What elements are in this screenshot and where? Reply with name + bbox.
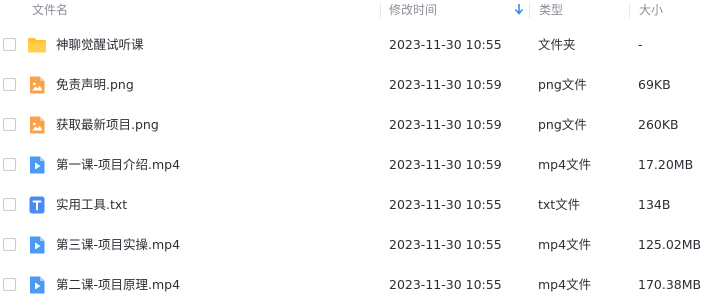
- video-file-icon: [27, 275, 47, 295]
- row-checkbox[interactable]: [3, 198, 16, 211]
- column-header-size[interactable]: 大小: [639, 0, 663, 22]
- video-file-icon: [27, 155, 47, 175]
- file-modified-time: 2023-11-30 10:59: [389, 117, 502, 132]
- file-type: txt文件: [538, 197, 581, 212]
- row-checkbox[interactable]: [3, 158, 16, 171]
- file-size: -: [638, 37, 643, 52]
- file-size: 260KB: [638, 117, 679, 132]
- file-size: 69KB: [638, 77, 671, 92]
- file-name[interactable]: 实用工具.txt: [56, 185, 127, 225]
- file-type: 文件夹: [538, 37, 576, 52]
- row-checkbox[interactable]: [3, 238, 16, 251]
- column-divider[interactable]: [529, 3, 530, 18]
- column-header-type[interactable]: 类型: [539, 0, 563, 22]
- folder-icon: [27, 35, 47, 55]
- file-row[interactable]: 获取最新项目.png 2023-11-30 10:59 png文件 260KB: [0, 105, 711, 145]
- image-file-icon: [27, 115, 47, 135]
- file-row[interactable]: 免责声明.png 2023-11-30 10:59 png文件 69KB: [0, 65, 711, 105]
- row-checkbox[interactable]: [3, 78, 16, 91]
- file-name[interactable]: 免责声明.png: [56, 65, 134, 105]
- column-header-name[interactable]: 文件名: [32, 0, 68, 22]
- file-name[interactable]: 获取最新项目.png: [56, 105, 159, 145]
- arrow-down-icon[interactable]: [514, 2, 524, 16]
- file-row[interactable]: 第三课-项目实操.mp4 2023-11-30 10:55 mp4文件 125.02M…: [0, 225, 711, 265]
- video-file-icon: [27, 235, 47, 255]
- file-type: mp4文件: [538, 157, 592, 172]
- file-name[interactable]: 第三课-项目实操.mp4: [56, 225, 180, 265]
- file-type: png文件: [538, 117, 587, 132]
- file-size: 170.38MB: [638, 277, 702, 292]
- column-divider[interactable]: [629, 3, 630, 18]
- file-type: png文件: [538, 77, 587, 92]
- file-list-header: 文件名 修改时间 类型 大小: [0, 0, 711, 22]
- file-row[interactable]: 第二课-项目原理.mp4 2023-11-30 10:55 mp4文件 170.38M…: [0, 265, 711, 305]
- text-file-icon: [27, 195, 47, 215]
- file-modified-time: 2023-11-30 10:59: [389, 77, 502, 92]
- row-checkbox[interactable]: [3, 38, 16, 51]
- file-name[interactable]: 第二课-项目原理.mp4: [56, 265, 180, 305]
- file-modified-time: 2023-11-30 10:55: [389, 197, 502, 212]
- file-name[interactable]: 第一课-项目介绍.mp4: [56, 145, 180, 185]
- file-size: 125.02MB: [638, 237, 702, 252]
- column-header-modified-time[interactable]: 修改时间: [389, 0, 437, 22]
- row-checkbox[interactable]: [3, 278, 16, 291]
- file-type: mp4文件: [538, 277, 592, 292]
- file-list-panel: 文件名 修改时间 类型 大小 神聊觉醒试听课 2023-11-30 10:55 文件…: [0, 0, 711, 308]
- file-modified-time: 2023-11-30 10:55: [389, 277, 502, 292]
- row-checkbox[interactable]: [3, 118, 16, 131]
- file-name[interactable]: 神聊觉醒试听课: [56, 25, 144, 65]
- file-modified-time: 2023-11-30 10:55: [389, 37, 502, 52]
- image-file-icon: [27, 75, 47, 95]
- file-row[interactable]: 实用工具.txt 2023-11-30 10:55 txt文件 134B: [0, 185, 711, 225]
- file-type: mp4文件: [538, 237, 592, 252]
- column-divider[interactable]: [380, 3, 381, 18]
- file-list: 神聊觉醒试听课 2023-11-30 10:55 文件夹 - 免责声明.png 2023-…: [0, 25, 711, 305]
- file-modified-time: 2023-11-30 10:55: [389, 237, 502, 252]
- file-row[interactable]: 神聊觉醒试听课 2023-11-30 10:55 文件夹 -: [0, 25, 711, 65]
- file-size: 17.20MB: [638, 157, 694, 172]
- file-row[interactable]: 第一课-项目介绍.mp4 2023-11-30 10:59 mp4文件 17.20MB: [0, 145, 711, 185]
- file-modified-time: 2023-11-30 10:59: [389, 157, 502, 172]
- file-size: 134B: [638, 197, 671, 212]
